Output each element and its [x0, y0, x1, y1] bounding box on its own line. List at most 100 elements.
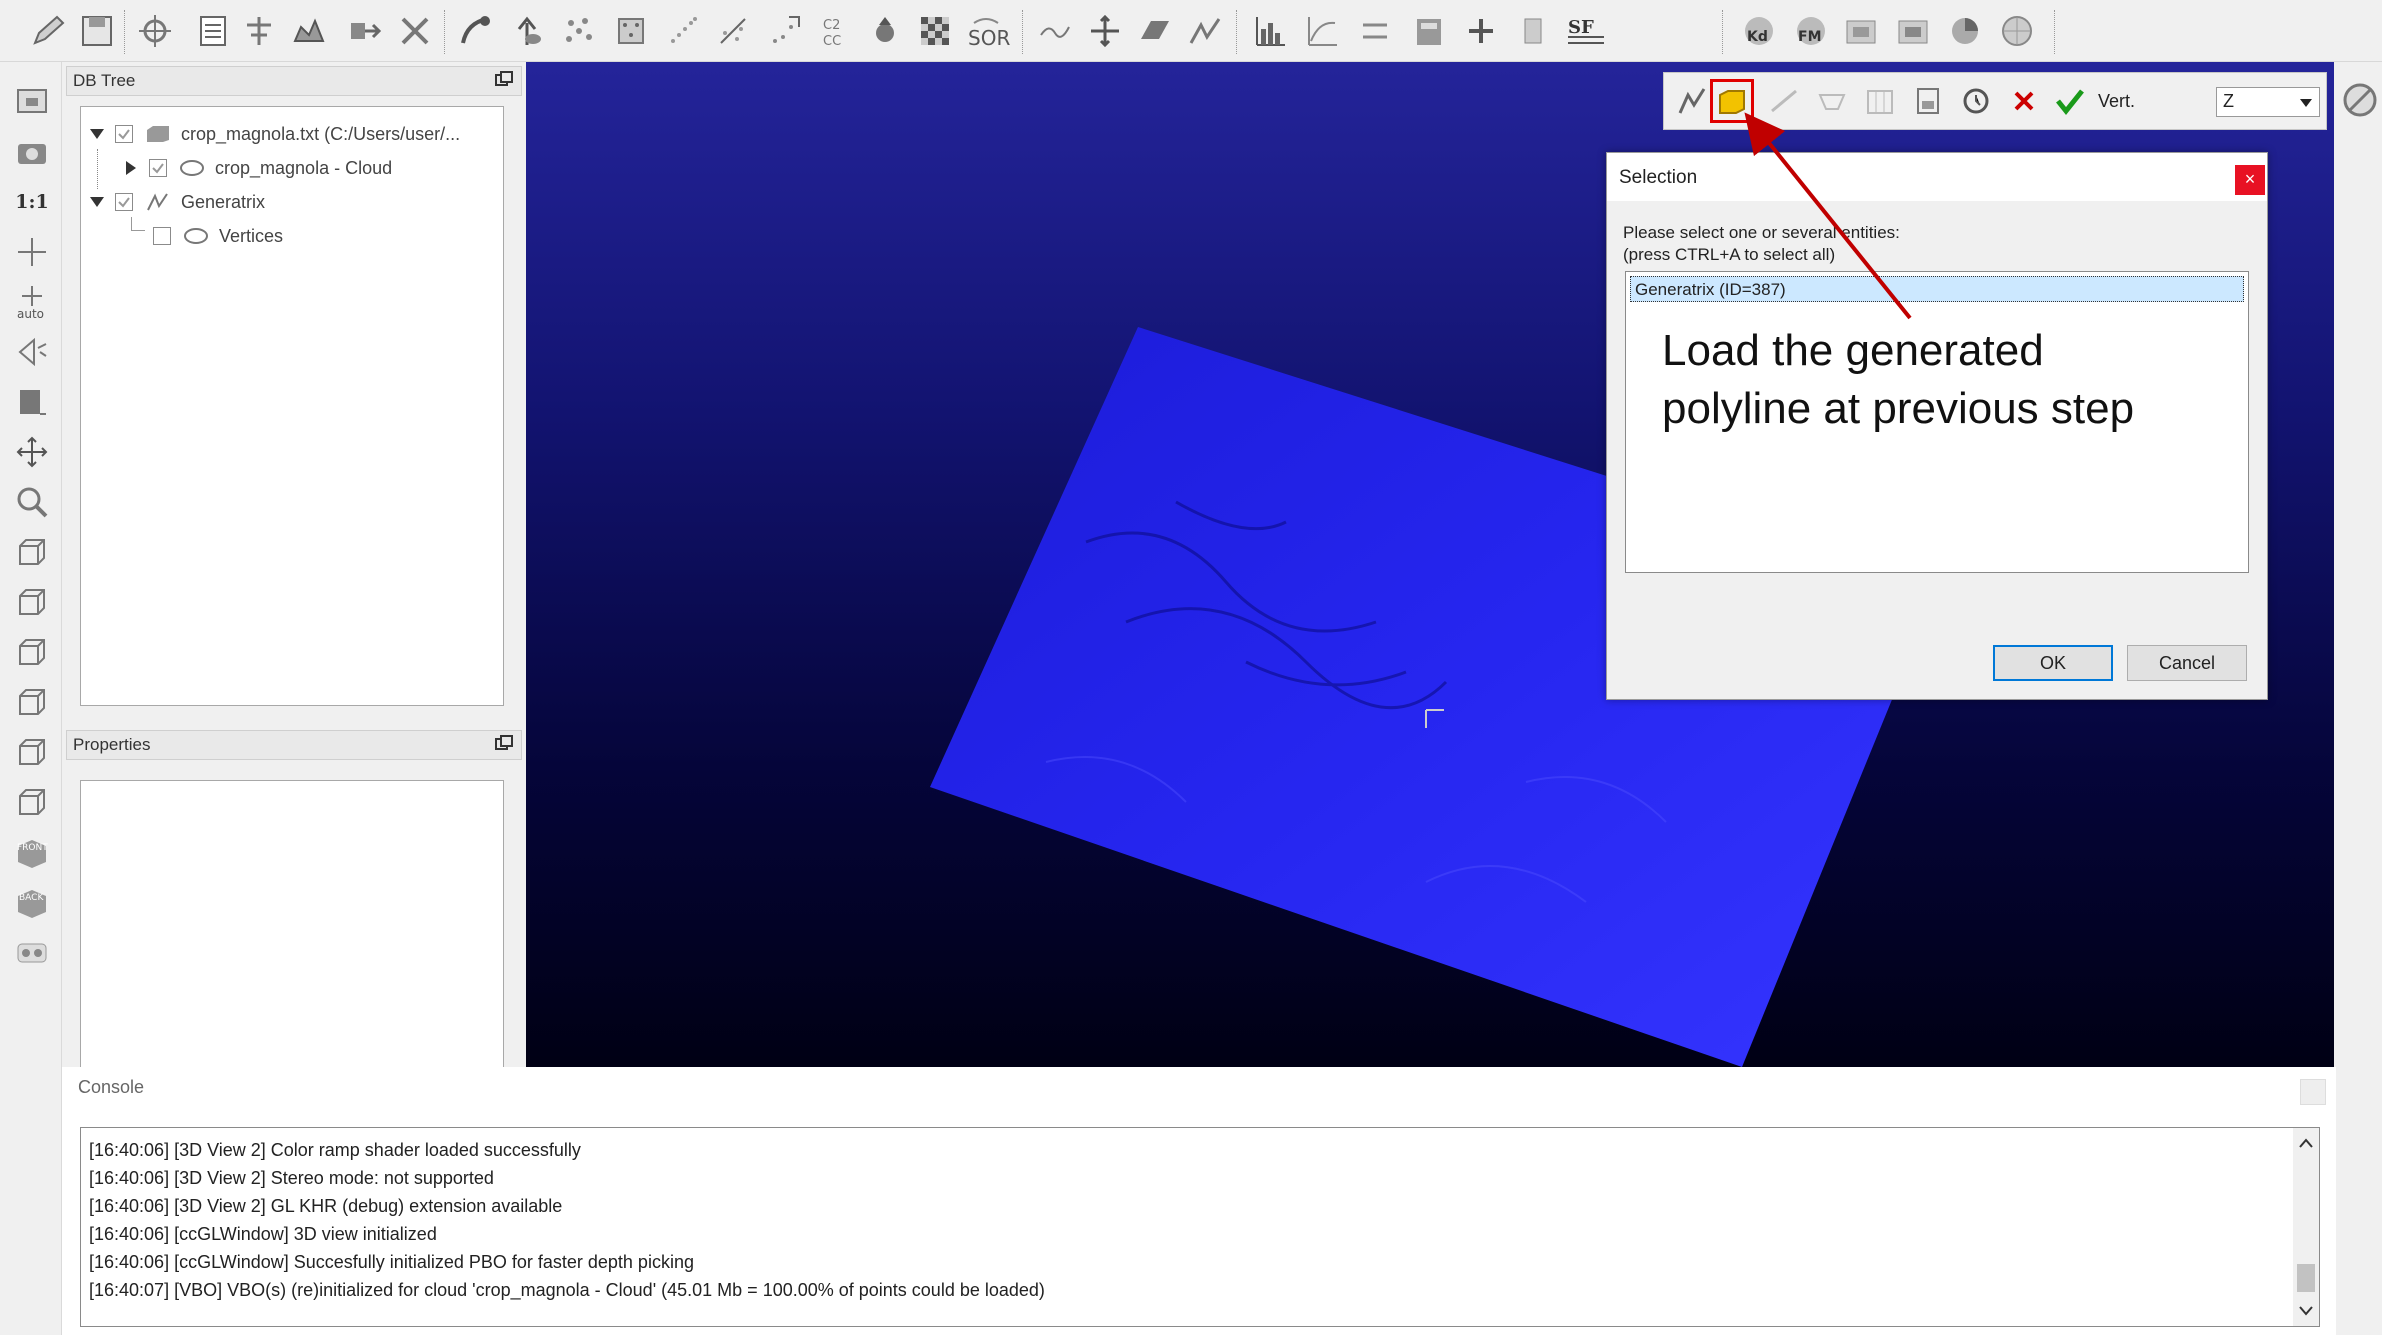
delete-icon[interactable]: [396, 12, 434, 50]
polyline-tool-icon[interactable]: [1674, 83, 1710, 119]
unroll-icon[interactable]: [1958, 83, 1994, 119]
chevron-down-icon[interactable]: [2299, 1306, 2313, 1316]
view-left-icon[interactable]: [12, 632, 52, 672]
window-icon-2[interactable]: [1894, 12, 1932, 50]
log-line: [16:40:06] [3D View 2] Stereo mode: not …: [89, 1168, 494, 1188]
toolbar-separator: [444, 10, 446, 54]
expand-arrow-icon[interactable]: [89, 194, 105, 210]
filter-icon[interactable]: [1036, 12, 1074, 50]
tree-line: [131, 217, 145, 231]
tree-item-file[interactable]: crop_magnola.txt (C:/Users/user/...: [89, 119, 460, 149]
ok-button[interactable]: OK: [1993, 645, 2113, 681]
edit-icon[interactable]: [30, 12, 68, 50]
visibility-checkbox[interactable]: [153, 227, 171, 245]
noise-icon[interactable]: [714, 12, 752, 50]
iso-back-button[interactable]: BACK: [12, 882, 52, 922]
merge-icon[interactable]: [456, 12, 494, 50]
toolbar-separator: [2054, 10, 2056, 54]
segmentation-toolbar: Vert. Z: [1663, 72, 2327, 130]
normal-icon[interactable]: [508, 12, 546, 50]
float-panel-icon[interactable]: [495, 735, 513, 751]
main-toolbar: C2 CC SOR SF Kd FM: [0, 0, 2382, 62]
toolbar-separator: [1022, 10, 1024, 54]
save-icon[interactable]: [78, 12, 116, 50]
close-button[interactable]: ×: [2235, 165, 2265, 195]
cloud-icon: [180, 160, 204, 176]
sphere-icon-2[interactable]: [1998, 12, 2036, 50]
sphere-icon[interactable]: [866, 12, 904, 50]
view-bottom-icon[interactable]: [12, 782, 52, 822]
window-icon[interactable]: [1842, 12, 1880, 50]
pivot-icon[interactable]: [12, 232, 52, 272]
iso-front-button[interactable]: FRONT: [12, 832, 52, 872]
view-back-icon[interactable]: [12, 682, 52, 722]
confirm-check-icon[interactable]: [2052, 83, 2088, 119]
flat-icon[interactable]: [1814, 83, 1850, 119]
sf-icon[interactable]: SF: [1564, 12, 1610, 50]
stats-icon[interactable]: [1356, 12, 1394, 50]
plus-icon[interactable]: [1462, 12, 1500, 50]
view-front-icon[interactable]: [12, 582, 52, 622]
camera-icon[interactable]: [12, 132, 52, 172]
auto-pivot-button[interactable]: auto: [12, 282, 52, 322]
entity-list-item[interactable]: Generatrix (ID=387): [1630, 276, 2244, 302]
scale-button[interactable]: 1:1: [12, 182, 52, 222]
mesh-icon[interactable]: [612, 12, 650, 50]
calc-icon[interactable]: [1410, 12, 1448, 50]
collapsed-arrow-icon[interactable]: [123, 160, 139, 176]
visibility-checkbox[interactable]: [115, 193, 133, 211]
translate-icon[interactable]: [1086, 12, 1124, 50]
book-icon[interactable]: [12, 382, 52, 422]
color-icon[interactable]: [1946, 12, 1984, 50]
rotate-icon[interactable]: [12, 332, 52, 372]
screen-icon[interactable]: [12, 82, 52, 122]
tree-item-cloud[interactable]: crop_magnola - Cloud: [123, 153, 392, 183]
scroll-thumb[interactable]: [2297, 1264, 2315, 1292]
plane-icon[interactable]: [1136, 12, 1174, 50]
float-panel-icon[interactable]: [495, 71, 513, 87]
console-scrollbar[interactable]: [2293, 1128, 2319, 1326]
expand-arrow-icon[interactable]: [89, 126, 105, 142]
cancel-x-icon[interactable]: [2006, 83, 2042, 119]
compare-icon[interactable]: C2 CC: [818, 12, 856, 50]
axis-select[interactable]: Z: [2216, 87, 2320, 117]
view-right-icon[interactable]: [12, 732, 52, 772]
map-icon[interactable]: [1862, 83, 1898, 119]
calculator-icon[interactable]: [1514, 12, 1552, 50]
svg-text:Kd: Kd: [1747, 29, 1768, 45]
generate-icon[interactable]: [1766, 83, 1802, 119]
visibility-checkbox[interactable]: [115, 125, 133, 143]
cancel-button[interactable]: Cancel: [2127, 645, 2247, 681]
sample-icon[interactable]: [240, 12, 278, 50]
polyline-icon[interactable]: [1186, 12, 1224, 50]
export-section-icon[interactable]: [1910, 83, 1946, 119]
transform-icon[interactable]: [136, 12, 174, 50]
console-panel: Console [16:40:06] [3D View 2] Color ram…: [62, 1067, 2336, 1335]
subsample-icon[interactable]: [664, 12, 702, 50]
export-icon[interactable]: [346, 12, 384, 50]
checker-icon[interactable]: [916, 12, 954, 50]
graph-icon[interactable]: [1304, 12, 1342, 50]
no-entry-icon[interactable]: [2342, 82, 2378, 118]
console-log[interactable]: [16:40:06] [3D View 2] Color ramp shader…: [80, 1127, 2320, 1327]
kd-icon[interactable]: Kd: [1740, 12, 1778, 50]
crop-icon[interactable]: [290, 12, 328, 50]
fit-icon[interactable]: [766, 12, 804, 50]
axis-select-value: Z: [2223, 91, 2234, 111]
scatter-icon[interactable]: [560, 12, 598, 50]
move-icon[interactable]: [12, 432, 52, 472]
tree-item-vertices[interactable]: Vertices: [153, 221, 283, 251]
fm-icon[interactable]: FM: [1792, 12, 1830, 50]
console-float-button[interactable]: [2300, 1079, 2326, 1105]
log-line: [16:40:06] [3D View 2] GL KHR (debug) ex…: [89, 1196, 563, 1216]
import-polyline-button[interactable]: [1710, 79, 1754, 123]
sor-icon[interactable]: SOR: [966, 12, 1012, 50]
histogram-icon[interactable]: [1252, 12, 1290, 50]
view-top-icon[interactable]: [12, 532, 52, 572]
list-icon[interactable]: [194, 12, 232, 50]
zoom-icon[interactable]: [12, 482, 52, 522]
chevron-up-icon[interactable]: [2299, 1138, 2313, 1148]
visibility-checkbox[interactable]: [149, 159, 167, 177]
tree-item-generatrix[interactable]: Generatrix: [89, 187, 265, 217]
stereo-icon[interactable]: [12, 932, 52, 972]
